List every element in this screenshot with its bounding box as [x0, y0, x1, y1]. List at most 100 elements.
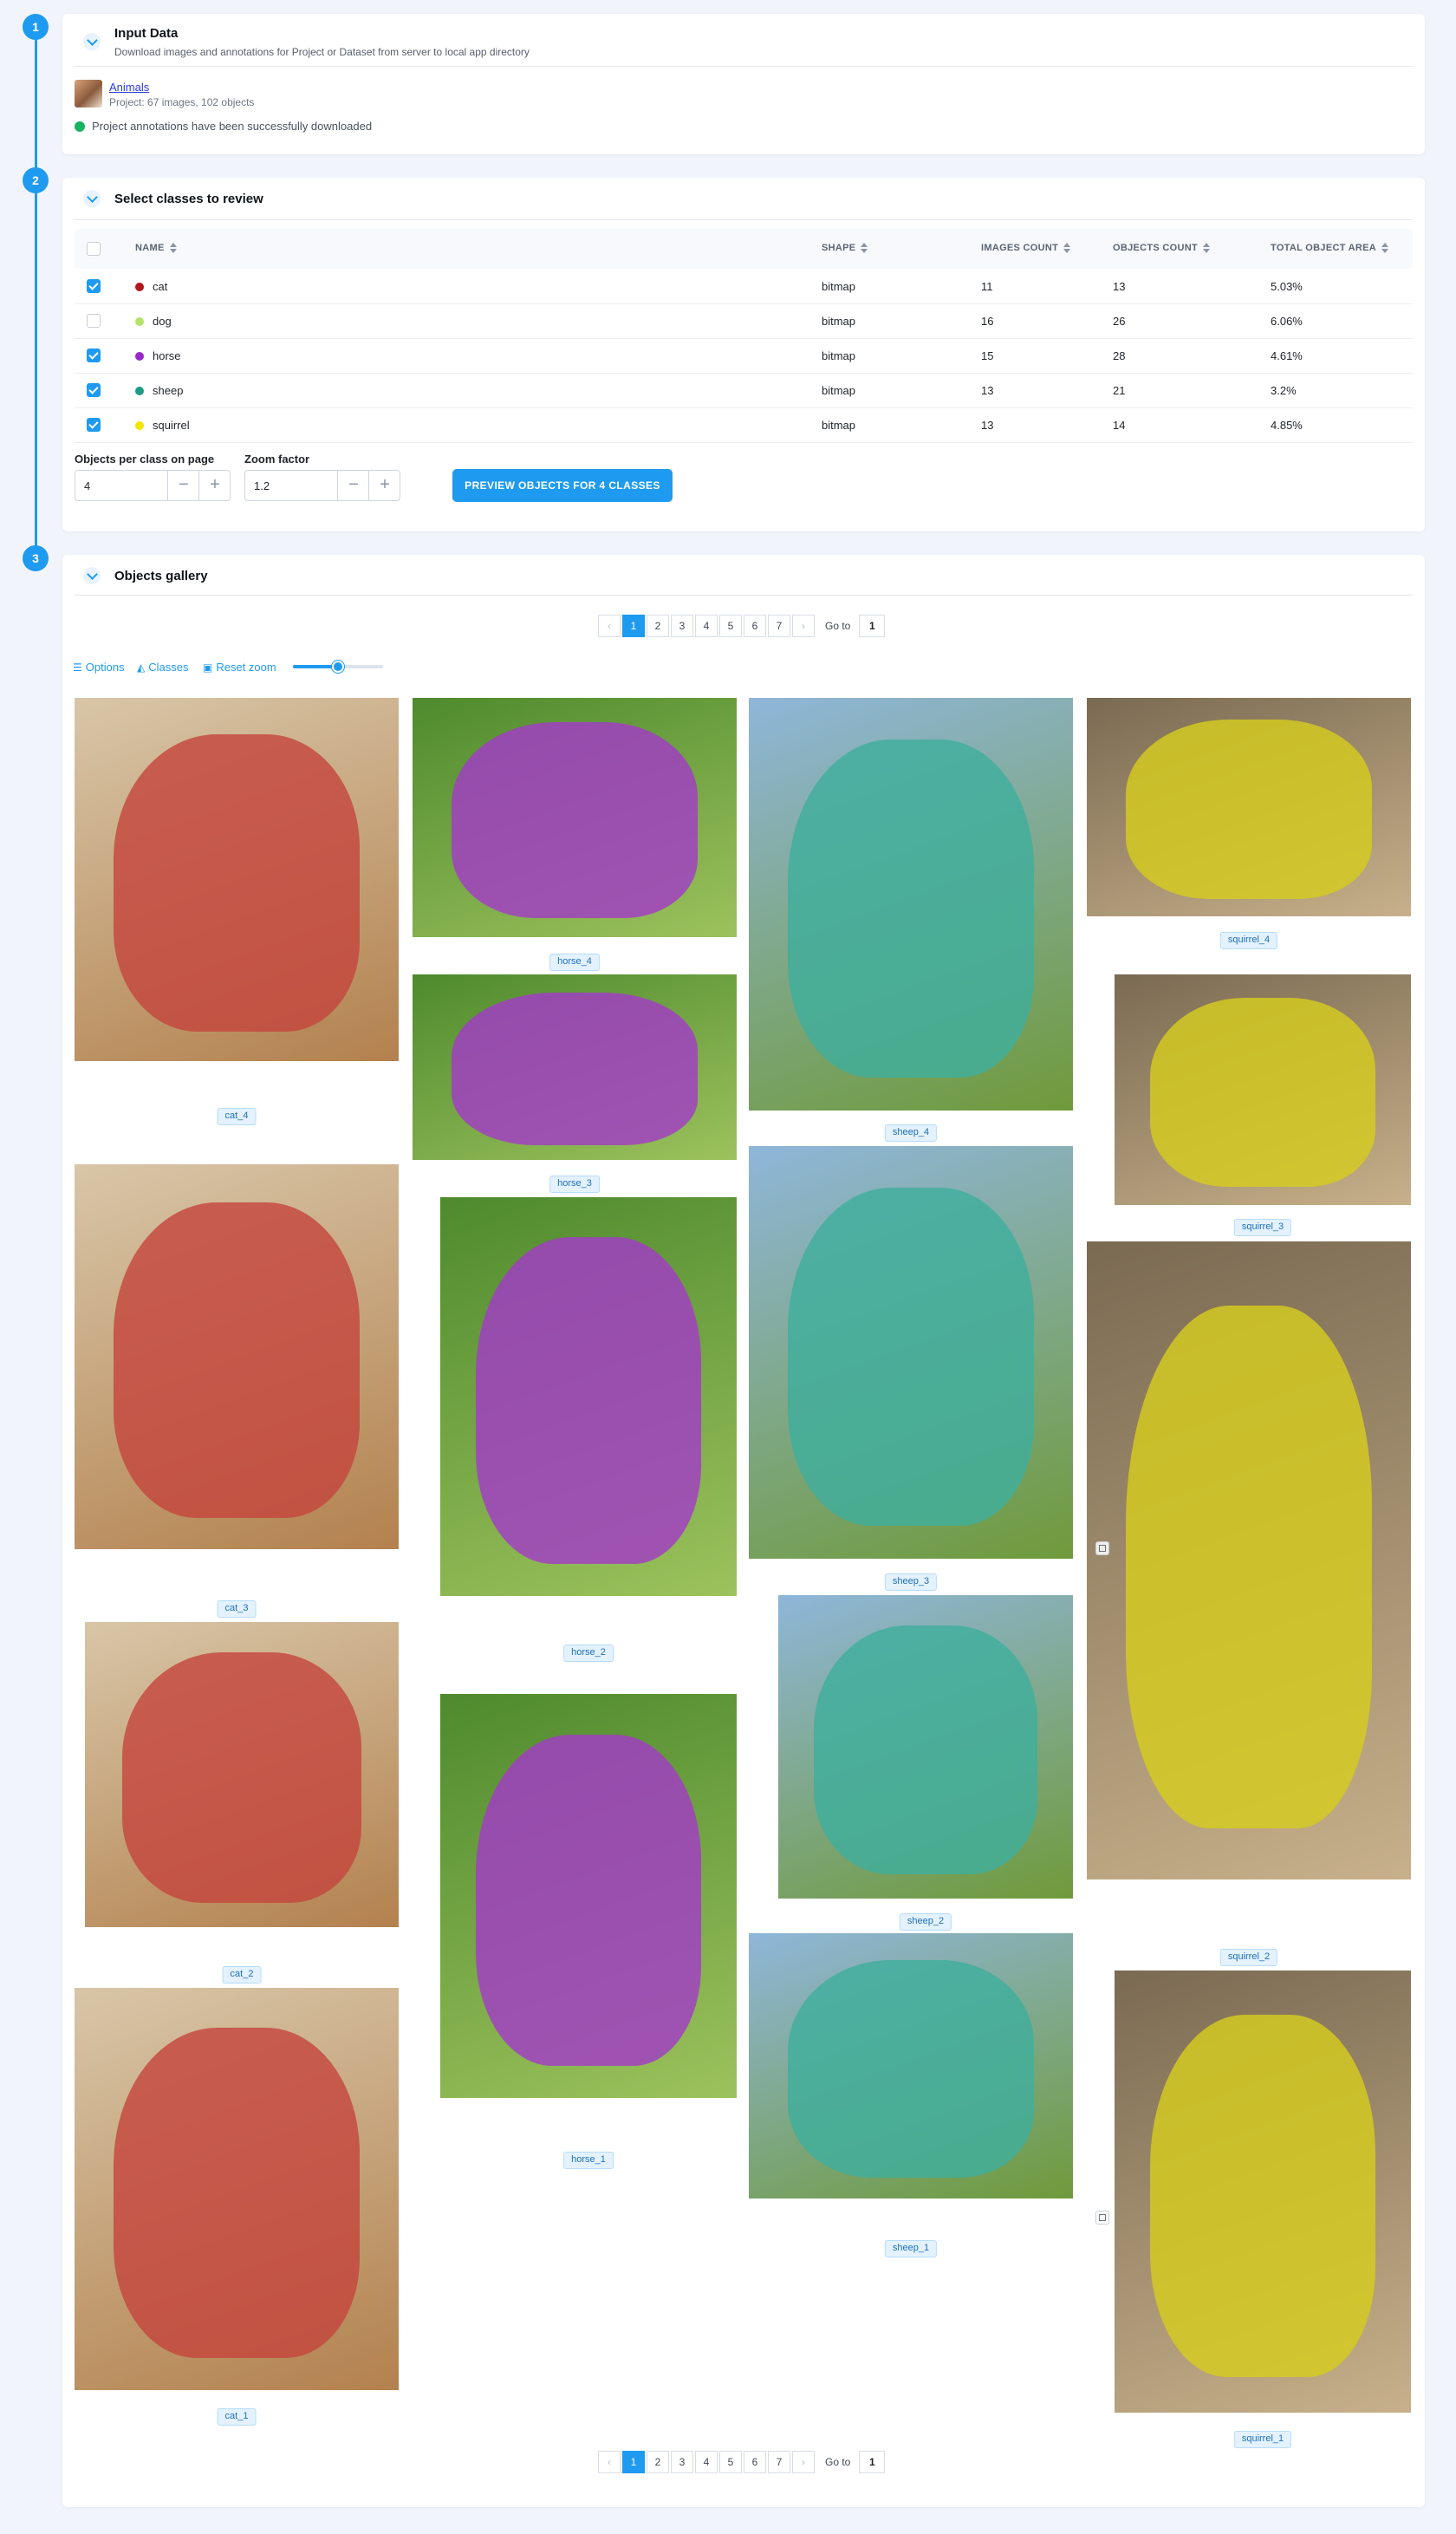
gallery-tile-sheep-3[interactable]	[749, 1146, 1073, 1559]
gallery-tile-cat-4[interactable]	[75, 698, 399, 1061]
preview-objects-button[interactable]: PREVIEW OBJECTS FOR 4 CLASSES	[452, 469, 673, 502]
goto-input[interactable]: 1	[859, 2451, 886, 2473]
object-caption[interactable]: squirrel_4	[1219, 932, 1278, 949]
object-caption[interactable]: sheep_2	[899, 1913, 952, 1931]
page-button[interactable]: 3	[671, 615, 693, 637]
col-shape[interactable]: SHAPE	[822, 243, 868, 254]
classes-card: Select classes to review NAME SHAPE IMAG…	[62, 178, 1425, 531]
gallery-tile-horse-2[interactable]	[440, 1197, 737, 1596]
table-row[interactable]: sheep bitmap 13 21 3.2%	[75, 373, 1413, 408]
zoom-slider[interactable]	[293, 660, 383, 674]
gallery-tile-cat-2[interactable]	[85, 1622, 399, 1927]
decrement-button[interactable]: −	[337, 471, 369, 500]
page-button[interactable]: 1	[622, 615, 645, 637]
gallery-tile-squirrel-4[interactable]	[1087, 698, 1411, 916]
zoom-factor-value[interactable]: 1.2	[254, 479, 270, 492]
object-caption[interactable]: squirrel_3	[1233, 1219, 1292, 1236]
collapse-toggle[interactable]	[83, 567, 101, 584]
col-total-object-area[interactable]: TOTAL OBJECT AREA	[1271, 243, 1389, 254]
goto-label: Go to	[825, 2456, 851, 2468]
col-name[interactable]: NAME	[135, 243, 177, 254]
table-row[interactable]: cat bitmap 11 13 5.03%	[75, 269, 1413, 304]
row-checkbox[interactable]	[87, 383, 101, 397]
gallery-tile-sheep-1[interactable]	[749, 1933, 1073, 2199]
options-button[interactable]: ☰ Options	[73, 661, 125, 674]
collapse-toggle[interactable]	[83, 33, 101, 50]
row-checkbox[interactable]	[87, 349, 101, 362]
page-button[interactable]: 5	[719, 2451, 742, 2473]
objects-per-page-value[interactable]: 4	[84, 479, 90, 492]
page-button[interactable]: 7	[768, 2451, 790, 2473]
project-meta: Project: 67 images, 102 objects	[109, 96, 255, 108]
page-button[interactable]: 3	[671, 2451, 693, 2473]
object-caption[interactable]: horse_4	[549, 954, 600, 971]
table-row[interactable]: horse bitmap 15 28 4.61%	[75, 338, 1413, 374]
page-button[interactable]: 6	[744, 615, 766, 637]
page-button[interactable]: 5	[719, 615, 742, 637]
project-link[interactable]: Animals	[109, 81, 149, 94]
prev-page-button[interactable]: ‹	[598, 615, 621, 637]
slider-handle[interactable]	[332, 661, 344, 673]
next-page-button[interactable]: ›	[792, 615, 815, 637]
classes-button[interactable]: ◭ Classes	[137, 661, 188, 674]
input-data-header: Input Data Download images and annotatio…	[75, 14, 1413, 67]
table-header: NAME SHAPE IMAGES COUNT OBJECTS COUNT TO…	[75, 229, 1413, 269]
row-checkbox[interactable]	[87, 418, 101, 432]
object-caption[interactable]: cat_4	[217, 1108, 257, 1125]
gallery-card: Objects gallery ‹ 1234567 › Go to 1 ☰ Opt…	[62, 555, 1425, 2507]
page-button[interactable]: 2	[647, 615, 669, 637]
gallery-tile-sheep-4[interactable]	[749, 698, 1073, 1111]
gallery-tile-sheep-2[interactable]	[778, 1595, 1073, 1899]
zoom-factor-stepper[interactable]: 1.2 − +	[244, 470, 400, 501]
object-caption[interactable]: squirrel_2	[1219, 1949, 1278, 1966]
page-button[interactable]: 4	[695, 2451, 718, 2473]
card-title: Objects gallery	[114, 569, 208, 583]
page-button[interactable]: 6	[744, 2451, 766, 2473]
gallery-tile-squirrel-1[interactable]	[1115, 1971, 1411, 2413]
object-caption[interactable]: sheep_1	[884, 2240, 938, 2257]
class-name: squirrel	[153, 419, 190, 432]
prev-page-button[interactable]: ‹	[598, 2451, 621, 2473]
object-caption[interactable]: sheep_3	[884, 1573, 938, 1591]
gallery-tile-cat-1[interactable]	[75, 1988, 399, 2390]
table-row[interactable]: squirrel bitmap 13 14 4.85%	[75, 407, 1413, 443]
gallery-tile-horse-3[interactable]	[413, 974, 737, 1160]
object-caption[interactable]: cat_1	[217, 2408, 257, 2426]
page-button[interactable]: 1	[622, 2451, 645, 2473]
goto-input[interactable]: 1	[859, 615, 886, 637]
object-caption[interactable]: cat_3	[217, 1600, 257, 1618]
class-name: sheep	[153, 384, 184, 397]
object-caption[interactable]: cat_2	[222, 1966, 262, 1984]
object-caption[interactable]: sheep_4	[884, 1124, 938, 1142]
increment-button[interactable]: +	[368, 471, 400, 500]
fullscreen-icon[interactable]	[1095, 1541, 1109, 1555]
objects-per-page-stepper[interactable]: 4 − +	[75, 470, 231, 501]
gallery-tile-horse-1[interactable]	[440, 1694, 737, 2098]
col-label: IMAGES COUNT	[981, 243, 1059, 253]
gallery-tile-squirrel-2[interactable]	[1087, 1241, 1411, 1879]
page-button[interactable]: 2	[647, 2451, 669, 2473]
object-caption[interactable]: horse_1	[563, 2152, 614, 2169]
page-button[interactable]: 7	[768, 615, 790, 637]
fullscreen-icon[interactable]	[1095, 2211, 1109, 2225]
decrement-button[interactable]: −	[167, 471, 199, 500]
col-images-count[interactable]: IMAGES COUNT	[981, 243, 1071, 254]
row-checkbox[interactable]	[87, 279, 101, 293]
select-all-checkbox[interactable]	[87, 242, 101, 256]
card-description: Download images and annotations for Proj…	[114, 46, 530, 58]
table-row[interactable]: dog bitmap 16 26 6.06%	[75, 303, 1413, 339]
page-button[interactable]: 4	[695, 615, 718, 637]
next-page-button[interactable]: ›	[792, 2451, 815, 2473]
object-caption[interactable]: horse_3	[549, 1176, 600, 1193]
collapse-toggle[interactable]	[83, 190, 101, 207]
stepper-line	[35, 28, 37, 558]
object-caption[interactable]: horse_2	[563, 1645, 614, 1662]
reset-zoom-button[interactable]: ▣ Reset zoom	[203, 661, 276, 674]
row-checkbox[interactable]	[87, 314, 101, 328]
increment-button[interactable]: +	[198, 471, 231, 500]
gallery-tile-horse-4[interactable]	[413, 698, 737, 937]
gallery-tile-cat-3[interactable]	[75, 1164, 399, 1549]
object-caption[interactable]: squirrel_1	[1233, 2431, 1292, 2448]
gallery-tile-squirrel-3[interactable]	[1115, 974, 1411, 1205]
col-objects-count[interactable]: OBJECTS COUNT	[1113, 243, 1211, 254]
